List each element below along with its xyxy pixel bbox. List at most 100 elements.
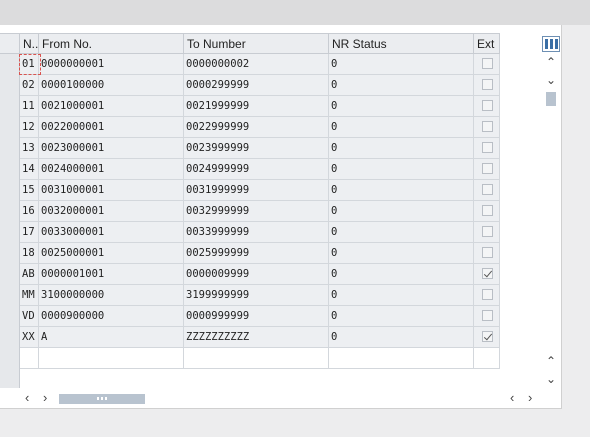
cell-n[interactable]: 18 bbox=[20, 243, 39, 264]
scroll-left-icon[interactable]: ‹ bbox=[25, 391, 29, 405]
cell-to-number[interactable]: 0000000002 bbox=[184, 54, 329, 75]
cell-ext[interactable] bbox=[474, 201, 500, 222]
cell-n[interactable]: 17 bbox=[20, 222, 39, 243]
cell-n[interactable]: MM bbox=[20, 285, 39, 306]
table-row[interactable]: 13 0023000001 0023999999 0 bbox=[0, 138, 500, 159]
cell-ext[interactable] bbox=[474, 117, 500, 138]
cell-to-number[interactable]: 0024999999 bbox=[184, 159, 329, 180]
cell-from-no[interactable]: A bbox=[39, 327, 184, 348]
cell-ext[interactable] bbox=[474, 54, 500, 75]
cell-ext[interactable] bbox=[474, 264, 500, 285]
table-row[interactable] bbox=[0, 348, 500, 369]
table-row[interactable]: VD 0000900000 0000999999 0 bbox=[0, 306, 500, 327]
cell-from-no[interactable]: 0024000001 bbox=[39, 159, 184, 180]
table-row[interactable]: 15 0031000001 0031999999 0 bbox=[0, 180, 500, 201]
cell-from-no[interactable]: 0033000001 bbox=[39, 222, 184, 243]
chevron-up-icon[interactable]: ⌃ bbox=[544, 55, 558, 69]
cell-ext[interactable] bbox=[474, 180, 500, 201]
cell-n[interactable]: AB bbox=[20, 264, 39, 285]
ext-checkbox[interactable] bbox=[482, 226, 493, 237]
cell-ext[interactable] bbox=[474, 306, 500, 327]
cell-ext[interactable] bbox=[474, 75, 500, 96]
cell-to-number[interactable]: 0000999999 bbox=[184, 306, 329, 327]
cell-nr-status[interactable]: 0 bbox=[329, 243, 474, 264]
cell-from-no[interactable]: 0025000001 bbox=[39, 243, 184, 264]
page-down-icon[interactable]: ⌄ bbox=[544, 372, 558, 386]
cell-to-number[interactable] bbox=[184, 348, 329, 369]
cell-from-no[interactable]: 0000000001 bbox=[39, 54, 184, 75]
cell-nr-status[interactable]: 0 bbox=[329, 54, 474, 75]
cell-to-number[interactable]: 0033999999 bbox=[184, 222, 329, 243]
ext-checkbox[interactable] bbox=[482, 121, 493, 132]
column-header-from-no[interactable]: From No. bbox=[39, 34, 184, 54]
cell-to-number[interactable]: 0000299999 bbox=[184, 75, 329, 96]
table-row[interactable]: 11 0021000001 0021999999 0 bbox=[0, 96, 500, 117]
cell-to-number[interactable]: 0025999999 bbox=[184, 243, 329, 264]
cell-to-number[interactable]: 3199999999 bbox=[184, 285, 329, 306]
column-header-ext[interactable]: Ext bbox=[474, 34, 500, 54]
cell-n[interactable]: 15 bbox=[20, 180, 39, 201]
cell-n[interactable]: XX bbox=[20, 327, 39, 348]
ext-checkbox[interactable] bbox=[482, 142, 493, 153]
column-scroll-right-icon[interactable]: › bbox=[528, 391, 532, 405]
cell-to-number[interactable]: 0000009999 bbox=[184, 264, 329, 285]
horizontal-scrollbar-thumb[interactable] bbox=[59, 394, 145, 404]
cell-to-number[interactable]: 0021999999 bbox=[184, 96, 329, 117]
ext-checkbox[interactable] bbox=[482, 79, 493, 90]
ext-checkbox[interactable] bbox=[482, 184, 493, 195]
ext-checkbox[interactable] bbox=[482, 205, 493, 216]
column-settings-icon[interactable] bbox=[542, 36, 560, 52]
cell-ext[interactable] bbox=[474, 243, 500, 264]
cell-to-number[interactable]: 0022999999 bbox=[184, 117, 329, 138]
table-row[interactable]: MM 3100000000 3199999999 0 bbox=[0, 285, 500, 306]
cell-n[interactable]: 11 bbox=[20, 96, 39, 117]
cell-n[interactable]: 02 bbox=[20, 75, 39, 96]
table-row[interactable]: AB 0000001001 0000009999 0 bbox=[0, 264, 500, 285]
table-row[interactable]: 01 0000000001 0000000002 0 bbox=[0, 54, 500, 75]
ext-checkbox[interactable] bbox=[482, 331, 493, 342]
table-row[interactable]: 17 0033000001 0033999999 0 bbox=[0, 222, 500, 243]
cell-to-number[interactable]: ZZZZZZZZZZ bbox=[184, 327, 329, 348]
cell-ext[interactable] bbox=[474, 285, 500, 306]
table-row[interactable]: 12 0022000001 0022999999 0 bbox=[0, 117, 500, 138]
cell-n[interactable]: 16 bbox=[20, 201, 39, 222]
cell-from-no[interactable]: 0023000001 bbox=[39, 138, 184, 159]
cell-n[interactable]: 13 bbox=[20, 138, 39, 159]
cell-ext[interactable] bbox=[474, 222, 500, 243]
cell-to-number[interactable]: 0032999999 bbox=[184, 201, 329, 222]
ext-checkbox[interactable] bbox=[482, 100, 493, 111]
cell-from-no[interactable]: 0031000001 bbox=[39, 180, 184, 201]
cell-n[interactable]: 01 bbox=[20, 54, 39, 75]
column-scroll-left-icon[interactable]: ‹ bbox=[510, 391, 514, 405]
cell-n[interactable]: 14 bbox=[20, 159, 39, 180]
cell-from-no[interactable]: 0000001001 bbox=[39, 264, 184, 285]
cell-ext[interactable] bbox=[474, 348, 500, 369]
column-header-nr-status[interactable]: NR Status bbox=[329, 34, 474, 54]
chevron-down-icon[interactable]: ⌄ bbox=[544, 73, 558, 87]
cell-ext[interactable] bbox=[474, 138, 500, 159]
cell-nr-status[interactable]: 0 bbox=[329, 117, 474, 138]
cell-nr-status[interactable]: 0 bbox=[329, 201, 474, 222]
cell-nr-status[interactable]: 0 bbox=[329, 138, 474, 159]
cell-from-no[interactable]: 0021000001 bbox=[39, 96, 184, 117]
table-row[interactable]: XX A ZZZZZZZZZZ 0 bbox=[0, 327, 500, 348]
cell-nr-status[interactable]: 0 bbox=[329, 180, 474, 201]
cell-nr-status[interactable]: 0 bbox=[329, 222, 474, 243]
column-header-to-number[interactable]: To Number bbox=[184, 34, 329, 54]
cell-nr-status[interactable]: 0 bbox=[329, 96, 474, 117]
cell-nr-status[interactable]: 0 bbox=[329, 285, 474, 306]
cell-nr-status[interactable]: 0 bbox=[329, 264, 474, 285]
cell-n[interactable] bbox=[20, 348, 39, 369]
cell-from-no[interactable] bbox=[39, 348, 184, 369]
table-row[interactable]: 02 0000100000 0000299999 0 bbox=[0, 75, 500, 96]
ext-checkbox[interactable] bbox=[482, 247, 493, 258]
cell-to-number[interactable]: 0023999999 bbox=[184, 138, 329, 159]
ext-checkbox[interactable] bbox=[482, 268, 493, 279]
ext-checkbox[interactable] bbox=[482, 58, 493, 69]
cell-nr-status[interactable]: 0 bbox=[329, 327, 474, 348]
cell-nr-status[interactable]: 0 bbox=[329, 159, 474, 180]
cell-n[interactable]: VD bbox=[20, 306, 39, 327]
page-up-icon[interactable]: ⌃ bbox=[544, 354, 558, 368]
table-row[interactable]: 16 0032000001 0032999999 0 bbox=[0, 201, 500, 222]
column-header-n[interactable]: N.. bbox=[20, 34, 39, 54]
